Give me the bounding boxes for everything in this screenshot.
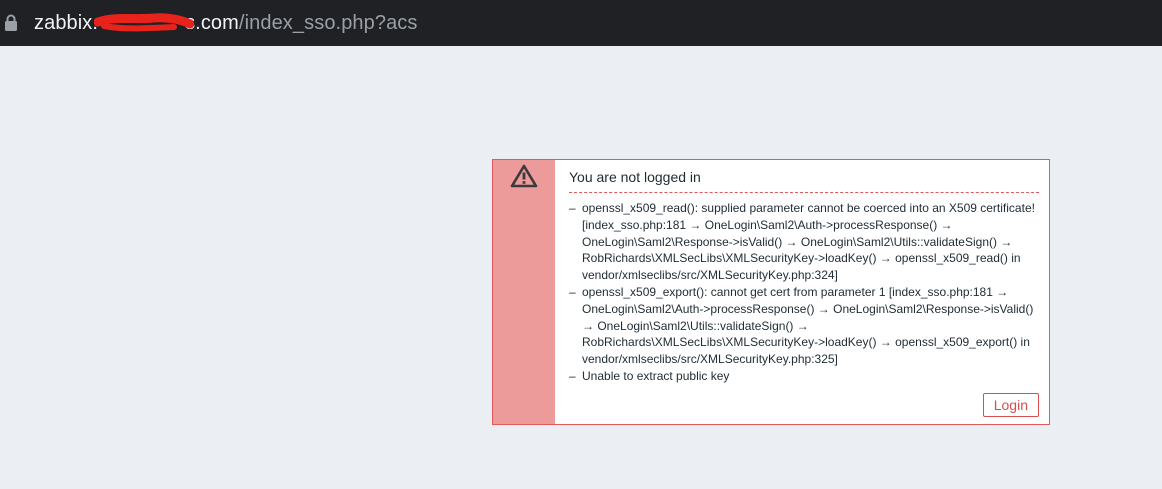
message-title: You are not logged in	[569, 169, 701, 185]
message-detail-text: openssl_x509_export(): cannot get cert f…	[582, 284, 1034, 367]
login-button[interactable]: Login	[982, 393, 1039, 417]
list-bullet: –	[569, 284, 576, 299]
redaction-mark	[94, 12, 195, 32]
error-message-box: You are not logged in – openssl_x509_read…	[492, 159, 1050, 425]
lock-icon[interactable]	[4, 14, 18, 32]
browser-address-bar: zabbix. s.com/index_sso.php?acs	[0, 0, 1162, 55]
message-detail-text: Unable to extract public key	[582, 368, 730, 383]
list-bullet: –	[569, 368, 576, 383]
message-detail-item: – openssl_x509_export(): cannot get cert …	[569, 284, 1045, 368]
url-host-start: zabbix.	[34, 12, 99, 34]
message-divider	[569, 192, 1039, 193]
list-bullet: –	[569, 201, 576, 215]
message-detail-item: – Unable to extract public key	[569, 368, 1045, 385]
warning-icon	[510, 164, 538, 188]
message-detail-text: openssl_x509_read(): supplied parameter …	[582, 201, 1035, 283]
url-path: /index_sso.php?acs	[238, 12, 418, 34]
message-details-list: – openssl_x509_read(): supplied parameter…	[569, 200, 1045, 385]
url-text[interactable]: zabbix. s.com/index_sso.php?acs	[34, 9, 418, 37]
message-detail-item: – openssl_x509_read(): supplied parameter…	[569, 200, 1045, 284]
message-sidebar	[493, 160, 555, 424]
